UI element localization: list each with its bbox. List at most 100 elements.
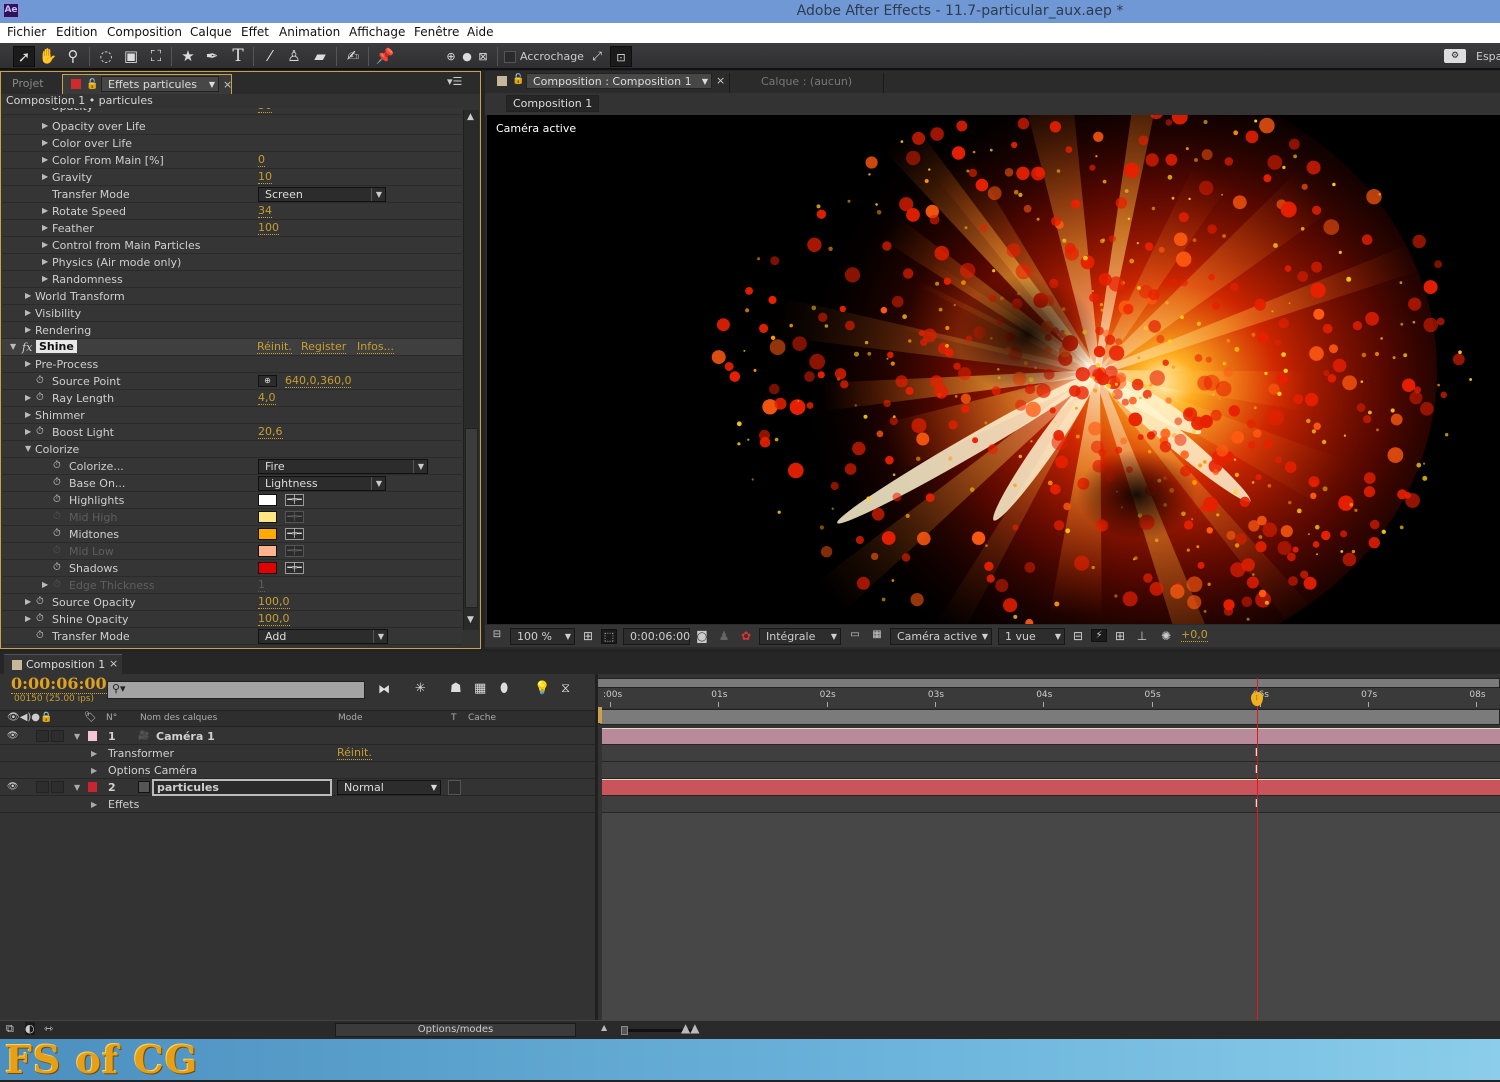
in-out-toggle-icon[interactable]: ⇿ (44, 1022, 53, 1035)
stopwatch-icon[interactable]: ⏱ (36, 630, 44, 641)
zoom-out-icon[interactable]: ▲ (601, 1023, 607, 1032)
camera-tool-icon[interactable]: ▣ (120, 46, 142, 67)
property-value[interactable]: 0 (258, 154, 265, 167)
lock-icon[interactable]: 🔓 (86, 75, 98, 95)
timeline-icon[interactable]: ⊞ (1112, 629, 1128, 643)
shy-layers-icon[interactable]: ☗ (450, 681, 462, 696)
twirl-closed-icon[interactable]: ▶ (42, 580, 48, 589)
menu-edition[interactable]: Edition (56, 25, 98, 39)
visibility-eye-icon[interactable]: 👁 (7, 782, 18, 792)
property-dropdown[interactable]: Fire ▼ (258, 459, 428, 474)
selection-tool-icon[interactable]: ➚ (13, 46, 35, 67)
twirl-closed-icon[interactable]: ▶ (25, 393, 31, 402)
workspace-settings-icon[interactable]: ⚙ (1444, 49, 1466, 63)
twirl-closed-icon[interactable]: ▶ (42, 172, 48, 181)
reset-link[interactable]: Réinit. (257, 341, 292, 354)
fx-badge-icon[interactable]: fx (22, 341, 32, 354)
draft-3d-icon[interactable]: ✳ (415, 681, 426, 696)
twirl-closed-icon[interactable]: ▶ (25, 410, 31, 419)
scroll-thumb[interactable] (465, 428, 478, 608)
property-value[interactable]: 10 (258, 171, 272, 184)
menu-composition[interactable]: Composition (107, 25, 182, 39)
property-value[interactable]: 100,0 (258, 613, 290, 626)
point-picker-icon[interactable]: ⊕ (258, 375, 277, 387)
twirl-closed-icon[interactable]: ▶ (25, 291, 31, 300)
col-track-matte[interactable]: T (451, 713, 457, 723)
stopwatch-icon[interactable]: ⏱ (36, 426, 44, 437)
comp-viewer-dropdown[interactable]: Composition : Composition 1 ▼ (526, 73, 712, 89)
eyedropper-icon[interactable]: ━╪━ (285, 528, 304, 540)
snapshot-camera-icon[interactable]: ◙ (694, 629, 710, 643)
layer-search-input[interactable]: ⚲▾ (107, 681, 365, 699)
twirl-open-icon[interactable]: ▼ (25, 444, 31, 453)
twirl-closed-icon[interactable]: ▶ (91, 766, 97, 775)
close-viewer-tab-icon[interactable]: × (716, 74, 725, 87)
menu-fichier[interactable]: Fichier (7, 25, 46, 39)
color-swatch[interactable] (258, 528, 277, 540)
visibility-eye-icon[interactable]: 👁 (7, 731, 18, 741)
tab-project[interactable]: Projet (4, 74, 60, 94)
composition-canvas[interactable]: Caméra active (487, 115, 1500, 624)
twirl-closed-icon[interactable]: ▶ (42, 257, 48, 266)
work-area-start-handle[interactable] (598, 707, 602, 723)
track-matte-box[interactable] (448, 780, 461, 795)
property-value[interactable]: 34 (258, 205, 272, 218)
solo-switch[interactable] (36, 781, 49, 793)
view-layout-dropdown[interactable]: 1 vue ▼ (998, 628, 1065, 645)
color-swatch[interactable] (258, 494, 277, 506)
col-cache[interactable]: Cache (468, 713, 496, 723)
transparency-grid-icon[interactable]: ▦ (869, 629, 885, 640)
scroll-down-icon[interactable]: ▼ (467, 615, 474, 625)
tab-layer-viewer[interactable]: Calque : (aucun) (729, 73, 884, 93)
twirl-closed-icon[interactable]: ▶ (25, 427, 31, 436)
color-swatch[interactable] (258, 562, 277, 574)
menu-fenetre[interactable]: Fenêtre (414, 25, 459, 39)
stopwatch-icon[interactable]: ⏱ (36, 596, 44, 607)
layer-selector-dropdown[interactable]: Effets particules ▼ (101, 76, 219, 92)
twirl-open-icon[interactable]: ▼ (74, 783, 80, 792)
zoom-in-icon[interactable]: ▲▲ (681, 1021, 699, 1035)
layer-name[interactable]: Caméra 1 (156, 730, 215, 743)
layer-switches-toggle-icon[interactable]: ⧉ (6, 1022, 14, 1036)
twirl-closed-icon[interactable]: ▶ (42, 138, 48, 147)
region-of-interest-icon[interactable]: ▭ (847, 629, 863, 640)
color-channels-icon[interactable]: ✿ (738, 629, 754, 643)
twirl-closed-icon[interactable]: ▶ (42, 121, 48, 130)
comp-breadcrumb-button[interactable]: Composition 1 (506, 95, 600, 112)
shape-tool-icon[interactable]: ★ (177, 46, 199, 67)
frame-blending-icon[interactable]: ▦ (474, 681, 486, 696)
stopwatch-icon[interactable]: ⏱ (53, 460, 61, 471)
playhead-line[interactable] (1256, 678, 1258, 1020)
twirl-closed-icon[interactable]: ▶ (42, 240, 48, 249)
flowchart-icon[interactable]: ⊥ (1134, 629, 1150, 643)
twirl-closed-icon[interactable]: ▶ (25, 614, 31, 623)
rotation-tool-icon[interactable]: ◌ (95, 46, 117, 67)
stopwatch-icon[interactable]: ⏱ (36, 392, 44, 403)
property-dropdown[interactable]: Lightness ▼ (258, 476, 386, 491)
tab-composition-1[interactable]: Composition 1 × (4, 654, 122, 674)
menu-effet[interactable]: Effet (241, 25, 269, 39)
eyedropper-icon[interactable]: ━╪━ (285, 494, 304, 506)
property-value[interactable]: 100 (258, 222, 279, 235)
pen-tool-icon[interactable]: ✒ (201, 46, 223, 67)
time-navigator-bar[interactable] (599, 709, 1500, 725)
register-link[interactable]: Register (301, 341, 347, 354)
viewer-lock-icon[interactable]: 🔓 (512, 74, 524, 85)
twirl-closed-icon[interactable]: ▶ (91, 749, 97, 758)
twirl-closed-icon[interactable]: ▶ (42, 274, 48, 283)
clone-stamp-tool-icon[interactable]: ♙ (283, 46, 305, 67)
stopwatch-icon[interactable]: ⏱ (53, 562, 61, 573)
effect-scrollbar[interactable]: ▲ ▼ (463, 110, 479, 630)
col-layer-name[interactable]: Nom des calques (140, 713, 217, 723)
transfer-controls-toggle-icon[interactable]: ◐ (25, 1022, 35, 1035)
snap-checkbox[interactable] (504, 51, 516, 63)
twirl-open-icon[interactable]: ▼ (10, 342, 16, 351)
text-tool-icon[interactable]: T (227, 46, 249, 67)
twirl-open-icon[interactable]: ▼ (74, 732, 80, 741)
solo-switch[interactable] (36, 730, 49, 742)
panel-menu-icon[interactable]: ▾☰ (447, 75, 462, 88)
current-time-display[interactable]: 0:00:06:00 (623, 628, 690, 645)
eyedropper-icon[interactable]: ━╪━ (285, 562, 304, 574)
camera-view-dropdown[interactable]: Caméra active ▼ (890, 628, 992, 645)
snap-edges-icon[interactable]: ⤢ (586, 46, 608, 67)
